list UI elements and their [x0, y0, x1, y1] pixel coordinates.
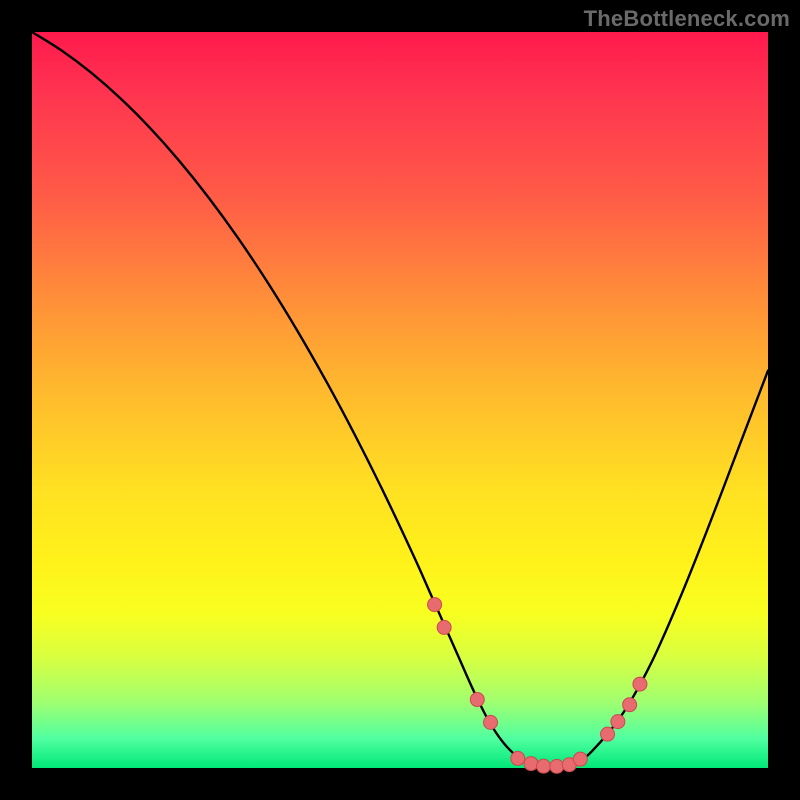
data-marker: [550, 759, 564, 773]
data-markers: [428, 598, 647, 774]
data-marker: [524, 757, 538, 771]
data-marker: [537, 759, 551, 773]
data-marker: [623, 698, 637, 712]
bottleneck-curve: [32, 32, 768, 767]
data-marker: [470, 693, 484, 707]
curve-group: [32, 32, 768, 767]
data-marker: [484, 715, 498, 729]
data-marker: [428, 598, 442, 612]
data-marker: [633, 677, 647, 691]
data-marker: [437, 620, 451, 634]
chart-overlay: [0, 0, 800, 800]
data-marker: [511, 751, 525, 765]
chart-frame: TheBottleneck.com: [0, 0, 800, 800]
data-marker: [573, 752, 587, 766]
data-marker: [611, 715, 625, 729]
data-marker: [601, 727, 615, 741]
